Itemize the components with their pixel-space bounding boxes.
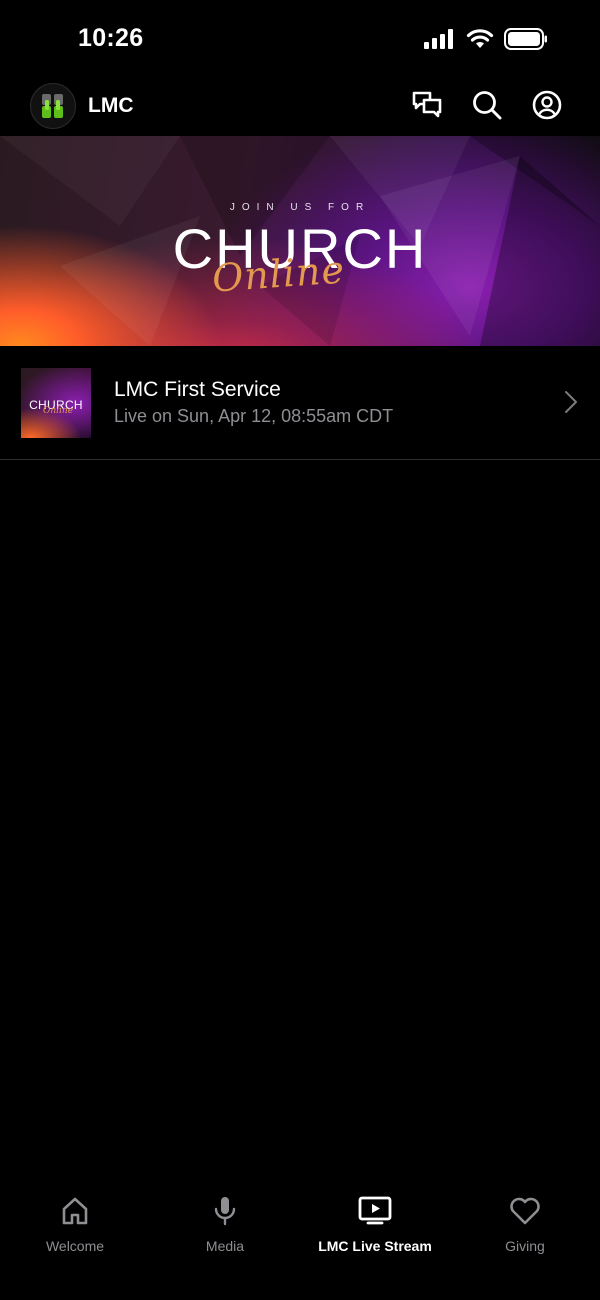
banner-kicker: JOIN US FOR [229,202,371,213]
header-actions [410,90,564,124]
tv-play-icon [358,1194,392,1228]
user-profile-icon [532,90,562,125]
home-icon [61,1194,89,1228]
service-schedule: Live on Sun, Apr 12, 08:55am CDT [114,406,394,426]
status-bar: 10:26 [0,0,600,78]
app-header: LMC [0,78,600,136]
tab-giving[interactable]: Giving [450,1182,600,1300]
search-button[interactable] [470,90,504,124]
bottom-tab-bar: Welcome Media LMC Live Stream Giving [0,1182,600,1300]
profile-button[interactable] [530,90,564,124]
tab-label-lmc-live-stream: LMC Live Stream [318,1238,432,1254]
heart-icon [509,1194,541,1228]
tab-lmc-live-stream[interactable]: LMC Live Stream [300,1182,450,1300]
church-online-banner[interactable]: JOIN US FOR CHURCH Online [0,136,600,346]
status-icons [424,28,548,55]
microphone-icon [212,1194,238,1228]
status-time: 10:26 [78,24,144,52]
list-item[interactable]: CHURCH Online LMC First Service Live on … [0,346,600,460]
tab-media[interactable]: Media [150,1182,300,1300]
cellular-signal-icon [424,29,456,54]
wifi-icon [466,28,494,55]
tab-label-giving: Giving [505,1238,545,1254]
chat-button[interactable] [410,90,444,124]
app-logo[interactable] [30,83,76,129]
service-thumbnail: CHURCH Online [21,368,91,438]
chevron-right-icon [564,390,578,419]
battery-icon [504,28,548,55]
tab-label-welcome: Welcome [45,1238,105,1254]
thumbnail-script: Online [43,406,74,416]
tab-welcome[interactable]: Welcome [0,1182,150,1300]
chat-bubbles-icon [412,91,442,124]
search-icon [472,90,502,125]
service-title: LMC First Service [114,378,281,401]
banner-script: Online [210,247,347,301]
app-title: LMC [88,94,134,117]
tab-label-media: Media [205,1238,245,1254]
